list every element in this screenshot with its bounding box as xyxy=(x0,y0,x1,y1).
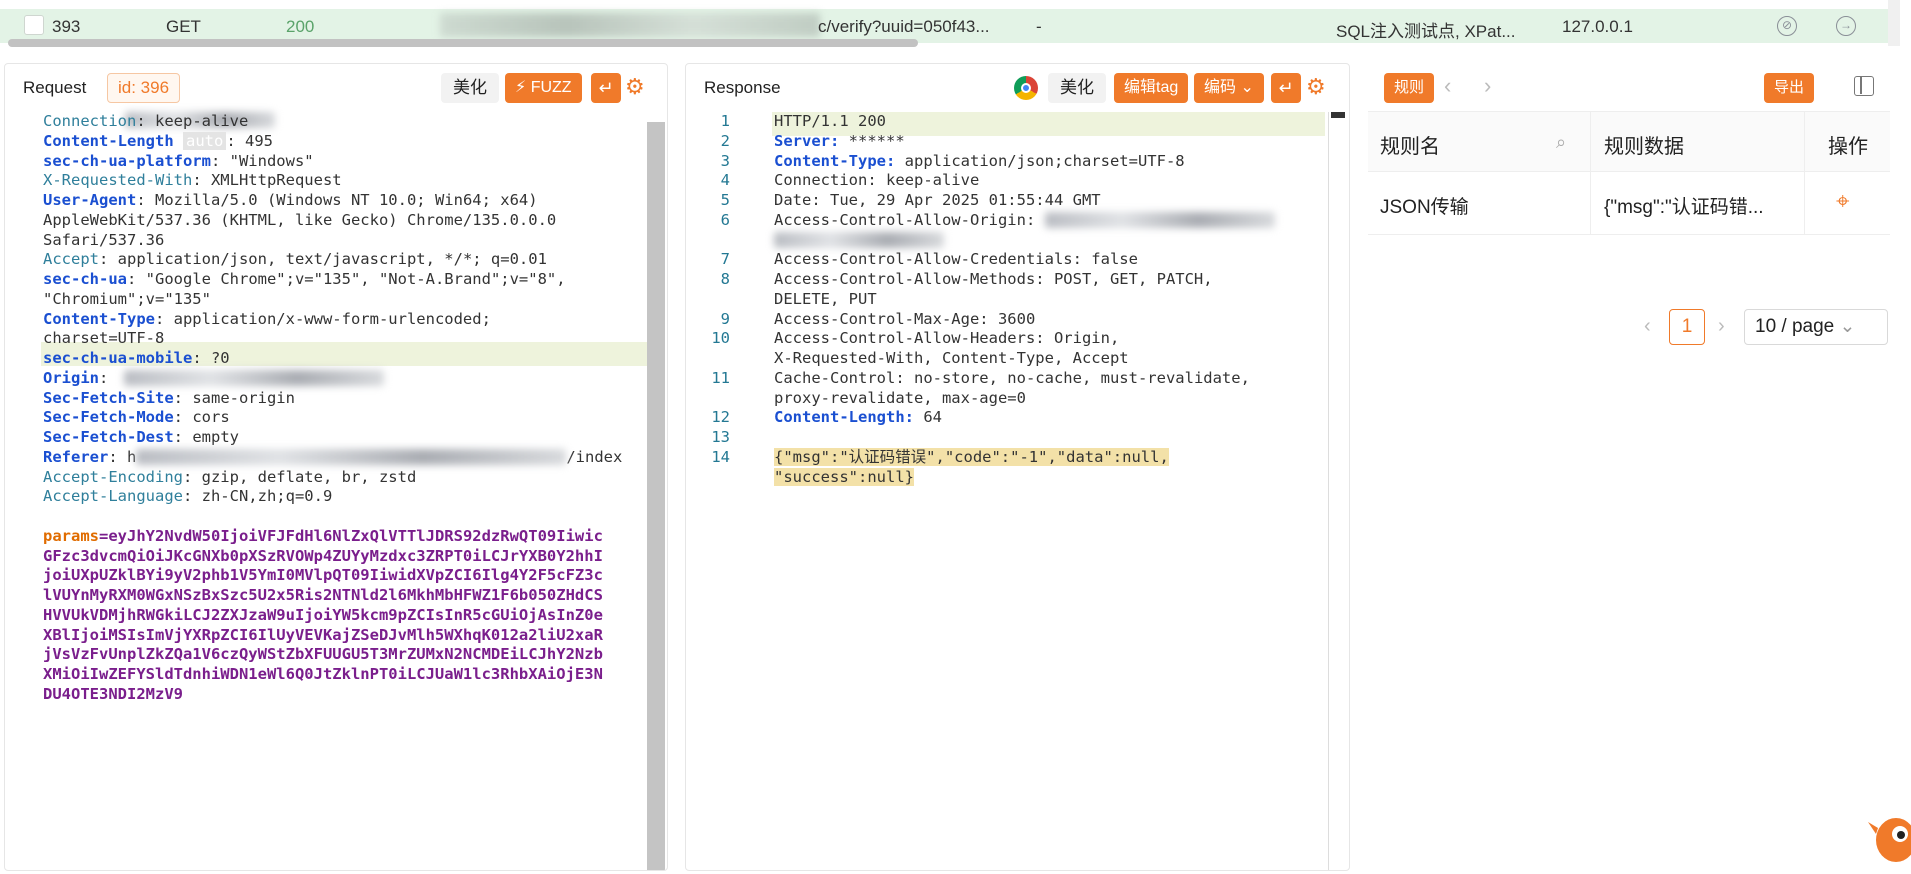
rules-tab[interactable]: 规则 xyxy=(1384,73,1435,103)
request-title: Request xyxy=(23,78,87,97)
line-number: 8 xyxy=(720,270,730,288)
mascot-icon xyxy=(1868,818,1911,862)
rules-panel: 规则 ‹ › 导出 规则名 ⌕ 规则数据 操作 JSON传输 {"msg":"认… xyxy=(1368,63,1890,871)
next-page-icon[interactable]: › xyxy=(1718,315,1725,338)
encode-label: 编码 xyxy=(1204,79,1237,96)
response-header: Response 美化 编辑tag 编码 ⌄ ↵ ⚙ xyxy=(686,64,1349,112)
row-checkbox[interactable] xyxy=(24,15,44,35)
row-url: c/verify?uuid=050f43... xyxy=(818,17,990,36)
line-number: 11 xyxy=(711,368,730,387)
chevron-left-icon[interactable]: ‹ xyxy=(1444,73,1451,99)
enter-icon: ↵ xyxy=(1278,78,1294,98)
editor-divider xyxy=(1328,112,1329,870)
request-editor[interactable]: Connection: keep-alive Content-Length aut… xyxy=(5,112,667,870)
column-actions: 操作 xyxy=(1828,136,1868,158)
rules-table-header: 规则名 ⌕ 规则数据 操作 xyxy=(1368,111,1890,172)
line-number: 6 xyxy=(720,210,730,229)
table-row[interactable]: 393 GET 200 c/verify?uuid=050f43... - SQ… xyxy=(0,9,1890,43)
chevron-down-icon: ⌄ xyxy=(1236,79,1254,96)
table-row[interactable]: JSON传输 {"msg":"认证码错... ⌖ xyxy=(1368,172,1890,235)
page-1-button[interactable]: 1 xyxy=(1669,309,1705,345)
params-line: DU4OTE3NDI2MzV9 xyxy=(43,684,183,703)
beautify-button[interactable]: 美化 xyxy=(441,73,499,103)
send-return-button[interactable]: ↵ xyxy=(591,73,621,103)
request-id-tag: id: 396 xyxy=(107,73,181,103)
panel-collapse-icon[interactable] xyxy=(1854,76,1874,96)
beautify-button[interactable]: 美化 xyxy=(1048,73,1106,103)
response-title: Response xyxy=(704,78,781,97)
arrow-right-circle-icon[interactable]: → xyxy=(1836,16,1856,36)
response-line: Content-Length: 64 xyxy=(774,408,942,427)
response-line: "success":null} xyxy=(774,467,914,486)
request-header: Request id: 396 美化 ⚡ FUZZ ↵ ⚙ xyxy=(5,64,667,112)
row-index: 393 xyxy=(52,17,81,36)
encode-dropdown-button[interactable]: 编码 ⌄ xyxy=(1194,73,1264,103)
settings-gear-icon[interactable]: ⚙ xyxy=(1306,75,1326,99)
horizontal-scrollbar[interactable] xyxy=(8,39,918,47)
lightning-icon: ⚡ xyxy=(515,79,531,96)
rules-header: 规则 ‹ › 导出 xyxy=(1368,63,1890,111)
enter-icon: ↵ xyxy=(598,78,614,98)
chrome-icon[interactable] xyxy=(1014,76,1038,100)
edit-tag-button[interactable]: 编辑tag xyxy=(1114,73,1189,103)
row-dash: - xyxy=(1036,17,1042,36)
row-status: 200 xyxy=(286,17,315,36)
request-line: Accept-Language: zh-CN,zh;q=0.9 xyxy=(43,487,333,506)
chevron-right-icon[interactable]: › xyxy=(1484,73,1491,99)
scroll-marker xyxy=(1331,112,1345,118)
fuzz-label: FUZZ xyxy=(530,79,572,96)
line-number: 14 xyxy=(711,447,730,466)
page-size-select[interactable]: 10 / page ⌄ xyxy=(1744,309,1888,345)
page-size-label: 10 / page xyxy=(1755,316,1835,337)
ignore-icon[interactable]: ⊘ xyxy=(1777,16,1797,36)
request-vertical-scrollbar[interactable] xyxy=(647,122,665,870)
line-number: 10 xyxy=(711,329,730,348)
settings-gear-icon[interactable]: ⚙ xyxy=(625,75,645,99)
row-ip: 127.0.0.1 xyxy=(1562,17,1633,36)
export-button[interactable]: 导出 xyxy=(1764,73,1815,103)
prev-page-icon[interactable]: ‹ xyxy=(1644,315,1651,338)
row-tags: SQL注入测试点, XPat... xyxy=(1336,22,1516,41)
request-panel: Request id: 396 美化 ⚡ FUZZ ↵ ⚙ Connection… xyxy=(4,63,668,871)
column-rule-data: 规则数据 xyxy=(1604,136,1684,158)
send-return-button[interactable]: ↵ xyxy=(1271,73,1301,103)
rule-data-cell: {"msg":"认证码错... xyxy=(1604,197,1764,218)
column-rule-name: 规则名 xyxy=(1380,136,1440,158)
fuzz-button[interactable]: ⚡ FUZZ xyxy=(505,73,582,103)
response-panel: Response 美化 编辑tag 编码 ⌄ ↵ ⚙ 1 HTTP/1.1 200… xyxy=(685,63,1350,871)
row-method: GET xyxy=(166,17,201,36)
locate-target-icon[interactable]: ⌖ xyxy=(1836,188,1850,216)
response-editor[interactable]: 1 HTTP/1.1 200 2 Server: ****** 3 Content-Typ… xyxy=(686,112,1349,870)
rule-name-cell: JSON传输 xyxy=(1380,197,1469,218)
search-icon[interactable]: ⌕ xyxy=(1556,132,1566,153)
redacted-host xyxy=(440,13,820,37)
chevron-down-icon: ⌄ xyxy=(1834,316,1856,337)
request-history-table: 393 GET 200 c/verify?uuid=050f43... - SQ… xyxy=(0,0,1911,50)
vertical-scrollbar[interactable] xyxy=(1888,0,1900,46)
